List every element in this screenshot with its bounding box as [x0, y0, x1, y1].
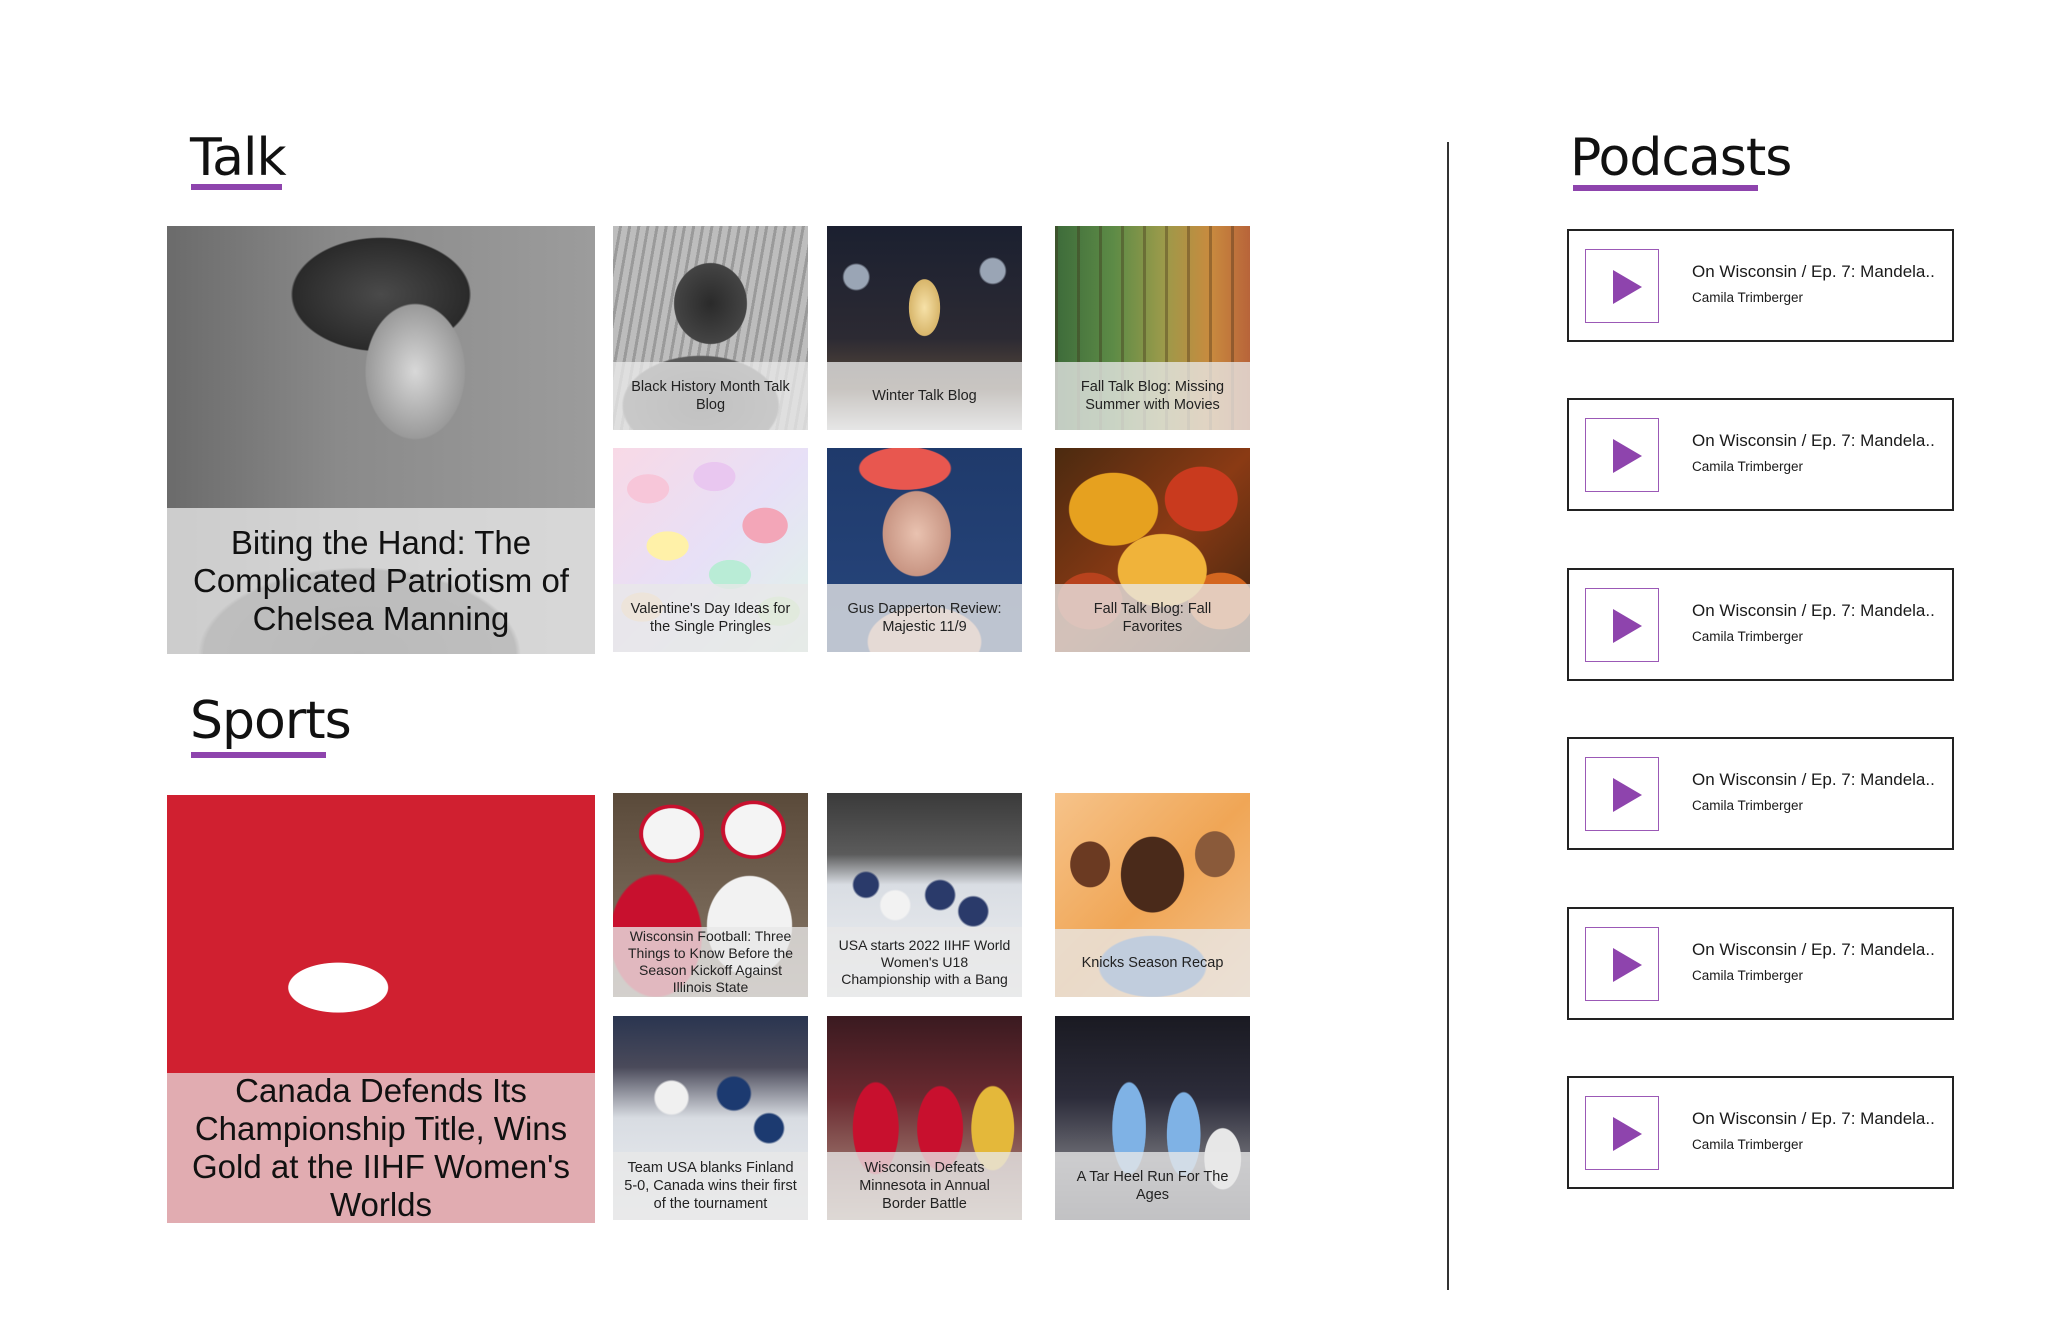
sports-card-caption: Team USA blanks Finland 5-0, Canada wins…	[613, 1152, 808, 1220]
talk-title-underline	[191, 184, 282, 190]
column-divider	[1447, 142, 1449, 1290]
play-icon[interactable]	[1585, 927, 1659, 1001]
sports-card[interactable]: Wisconsin Football: Three Things to Know…	[613, 793, 808, 997]
talk-card-caption: Fall Talk Blog: Fall Favorites	[1055, 584, 1250, 652]
talk-card[interactable]: Valentine's Day Ideas for the Single Pri…	[613, 448, 808, 652]
sports-card[interactable]: Knicks Season Recap	[1055, 793, 1250, 997]
podcast-item[interactable]: On Wisconsin / Ep. 7: Mandela.. Camila T…	[1567, 907, 1954, 1020]
podcast-title: On Wisconsin / Ep. 7: Mandela..	[1692, 770, 1935, 789]
talk-card[interactable]: Gus Dapperton Review: Majestic 11/9	[827, 448, 1022, 652]
play-icon[interactable]	[1585, 588, 1659, 662]
podcast-author: Camila Trimberger	[1692, 290, 1804, 305]
podcast-item[interactable]: On Wisconsin / Ep. 7: Mandela.. Camila T…	[1567, 1076, 1954, 1189]
podcast-title: On Wisconsin / Ep. 7: Mandela..	[1692, 940, 1935, 959]
podcasts-section-title: Podcasts	[1570, 128, 1792, 188]
podcast-author: Camila Trimberger	[1692, 798, 1804, 813]
sports-card-caption: Wisconsin Football: Three Things to Know…	[613, 927, 808, 997]
sports-card-caption: Wisconsin Defeats Minnesota in Annual Bo…	[827, 1152, 1022, 1220]
sports-featured-card[interactable]: Canada Defends Its Championship Title, W…	[167, 795, 595, 1223]
talk-card[interactable]: Black History Month Talk Blog	[613, 226, 808, 430]
talk-featured-caption: Biting the Hand: The Complicated Patriot…	[167, 508, 595, 654]
play-icon[interactable]	[1585, 249, 1659, 323]
podcast-item[interactable]: On Wisconsin / Ep. 7: Mandela.. Camila T…	[1567, 229, 1954, 342]
podcast-item[interactable]: On Wisconsin / Ep. 7: Mandela.. Camila T…	[1567, 398, 1954, 511]
podcast-item[interactable]: On Wisconsin / Ep. 7: Mandela.. Camila T…	[1567, 737, 1954, 850]
sports-card-caption: USA starts 2022 IIHF World Women's U18 C…	[827, 927, 1022, 997]
sports-card[interactable]: Wisconsin Defeats Minnesota in Annual Bo…	[827, 1016, 1022, 1220]
talk-card[interactable]: Fall Talk Blog: Missing Summer with Movi…	[1055, 226, 1250, 430]
podcast-title: On Wisconsin / Ep. 7: Mandela..	[1692, 431, 1935, 450]
talk-card-caption: Gus Dapperton Review: Majestic 11/9	[827, 584, 1022, 652]
sports-card[interactable]: Team USA blanks Finland 5-0, Canada wins…	[613, 1016, 808, 1220]
podcast-title: On Wisconsin / Ep. 7: Mandela..	[1692, 262, 1935, 281]
podcast-author: Camila Trimberger	[1692, 1137, 1804, 1152]
talk-card[interactable]: Fall Talk Blog: Fall Favorites	[1055, 448, 1250, 652]
podcast-title: On Wisconsin / Ep. 7: Mandela..	[1692, 1109, 1935, 1128]
talk-section-title: Talk	[190, 128, 287, 188]
sports-card-caption: Knicks Season Recap	[1055, 929, 1250, 997]
sports-section-title: Sports	[190, 691, 352, 751]
sports-card[interactable]: A Tar Heel Run For The Ages	[1055, 1016, 1250, 1220]
talk-card-caption: Fall Talk Blog: Missing Summer with Movi…	[1055, 362, 1250, 430]
sports-featured-caption: Canada Defends Its Championship Title, W…	[167, 1072, 595, 1223]
talk-card-caption: Valentine's Day Ideas for the Single Pri…	[613, 584, 808, 652]
podcasts-title-underline	[1573, 185, 1758, 191]
podcast-title: On Wisconsin / Ep. 7: Mandela..	[1692, 601, 1935, 620]
podcast-author: Camila Trimberger	[1692, 968, 1804, 983]
talk-card[interactable]: Winter Talk Blog	[827, 226, 1022, 430]
sports-card[interactable]: USA starts 2022 IIHF World Women's U18 C…	[827, 793, 1022, 997]
podcast-author: Camila Trimberger	[1692, 459, 1804, 474]
sports-card-caption: A Tar Heel Run For The Ages	[1055, 1152, 1250, 1220]
talk-featured-card[interactable]: Biting the Hand: The Complicated Patriot…	[167, 226, 595, 654]
play-icon[interactable]	[1585, 1096, 1659, 1170]
talk-card-caption: Black History Month Talk Blog	[613, 362, 808, 430]
play-icon[interactable]	[1585, 757, 1659, 831]
play-icon[interactable]	[1585, 418, 1659, 492]
podcast-item[interactable]: On Wisconsin / Ep. 7: Mandela.. Camila T…	[1567, 568, 1954, 681]
podcast-author: Camila Trimberger	[1692, 629, 1804, 644]
sports-title-underline	[191, 752, 326, 758]
talk-card-caption: Winter Talk Blog	[827, 362, 1022, 430]
